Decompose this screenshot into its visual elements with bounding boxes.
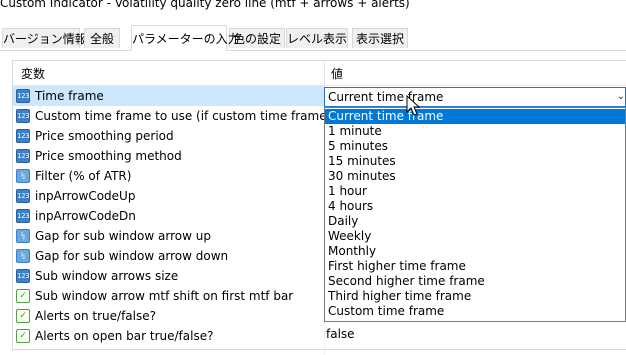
dropdown-option[interactable]: Weekly <box>325 229 625 244</box>
row-label: Alerts on true/false? <box>35 309 156 323</box>
row-label: Alerts on open bar true/false? <box>35 329 214 343</box>
row-label: Gap for sub window arrow down <box>35 249 229 263</box>
row-label: Sub window arrow mtf shift on first mtf … <box>35 289 294 303</box>
dropdown-option[interactable]: 1 hour <box>325 184 625 199</box>
table-row[interactable]: ✓ Alerts on true/false? <box>13 306 325 326</box>
double-icon: ½ <box>16 249 30 263</box>
row-label: Price smoothing period <box>35 129 174 143</box>
int-icon: 123 <box>16 89 30 103</box>
window-title: Custom Indicator - Volatility quality ze… <box>0 0 410 10</box>
alerts-open-bar-value[interactable]: false <box>326 324 355 344</box>
chevron-down-icon[interactable]: ⌄ <box>617 88 625 106</box>
dropdown-option[interactable]: 5 minutes <box>325 139 625 154</box>
dropdown-option[interactable]: Custom time frame <box>325 304 625 319</box>
tab-general[interactable]: 全般 <box>84 28 120 48</box>
tab-version-info[interactable]: バージョン情報 <box>2 28 87 48</box>
tab-parameters[interactable]: パラメーターの入力 <box>131 25 240 51</box>
row-label: Gap for sub window arrow up <box>35 229 211 243</box>
table-header: 変数 値 <box>13 61 626 86</box>
tab-visualization[interactable]: 表示選択 <box>352 28 408 48</box>
dropdown-option[interactable]: Monthly <box>325 244 625 259</box>
table-row[interactable]: 123 Sub window arrows size <box>13 266 325 286</box>
dropdown-option[interactable]: Third higher time frame <box>325 289 625 304</box>
double-icon: ½ <box>16 229 30 243</box>
table-row[interactable]: ½ Gap for sub window arrow up <box>13 226 325 246</box>
table-row[interactable]: 123 Time frame <box>13 86 325 106</box>
int-icon: 123 <box>16 189 30 203</box>
tab-bar: バージョン情報 全般 パラメーターの入力 色の設定 レベル表示 表示選択 <box>0 25 626 51</box>
table-row[interactable]: 123 inpArrowCodeDn <box>13 206 325 226</box>
row-label: Sub window arrows size <box>35 269 179 283</box>
table-row[interactable]: 123 inpArrowCodeUp <box>13 186 325 206</box>
row-label: Filter (% of ATR) <box>35 169 132 183</box>
table-row[interactable]: ✓ Sub window arrow mtf shift on first mt… <box>13 286 325 306</box>
dropdown-option[interactable]: 30 minutes <box>325 169 625 184</box>
row-label: Price smoothing method <box>35 149 182 163</box>
column-header-value[interactable]: 値 <box>331 65 343 82</box>
bool-icon: ✓ <box>16 309 30 323</box>
int-icon: 123 <box>16 209 30 223</box>
table-row[interactable]: ½ Filter (% of ATR) <box>13 166 325 186</box>
row-label: Time frame <box>35 89 104 103</box>
int-icon: 123 <box>16 109 30 123</box>
bool-icon: ✓ <box>16 329 30 343</box>
row-label: Custom time frame to use (if custom time… <box>35 109 364 123</box>
column-divider[interactable] <box>324 61 325 85</box>
table-row[interactable]: 123 Price smoothing period <box>13 126 325 146</box>
int-icon: 123 <box>16 129 30 143</box>
combobox-value: Current time frame <box>328 90 444 104</box>
dropdown-option[interactable]: 15 minutes <box>325 154 625 169</box>
tab-levels[interactable]: レベル表示 <box>286 28 348 48</box>
row-label: inpArrowCodeUp <box>35 189 136 203</box>
time-frame-combobox[interactable]: Current time frame ⌄ <box>324 87 626 107</box>
dropdown-option[interactable]: Second higher time frame <box>325 274 625 289</box>
int-icon: 123 <box>16 269 30 283</box>
dropdown-option[interactable]: First higher time frame <box>325 259 625 274</box>
int-icon: 123 <box>16 149 30 163</box>
dropdown-option[interactable]: Daily <box>325 214 625 229</box>
dropdown-option[interactable]: 1 minute <box>325 124 625 139</box>
table-row[interactable]: 123 Price smoothing method <box>13 146 325 166</box>
bool-icon: ✓ <box>16 289 30 303</box>
double-icon: ½ <box>16 169 30 183</box>
time-frame-dropdown-list: Current time frame 1 minute 5 minutes 15… <box>324 107 626 322</box>
mouse-cursor-icon <box>406 95 421 116</box>
dropdown-option[interactable]: 4 hours <box>325 199 625 214</box>
column-header-variable[interactable]: 変数 <box>21 65 45 82</box>
row-label: inpArrowCodeDn <box>35 209 136 223</box>
dropdown-option[interactable]: Current time frame <box>325 109 625 124</box>
table-row[interactable]: ½ Gap for sub window arrow down <box>13 246 325 266</box>
table-row[interactable]: 123 Custom time frame to use (if custom … <box>13 106 364 126</box>
table-row[interactable]: ✓ Alerts on open bar true/false? <box>13 326 325 346</box>
